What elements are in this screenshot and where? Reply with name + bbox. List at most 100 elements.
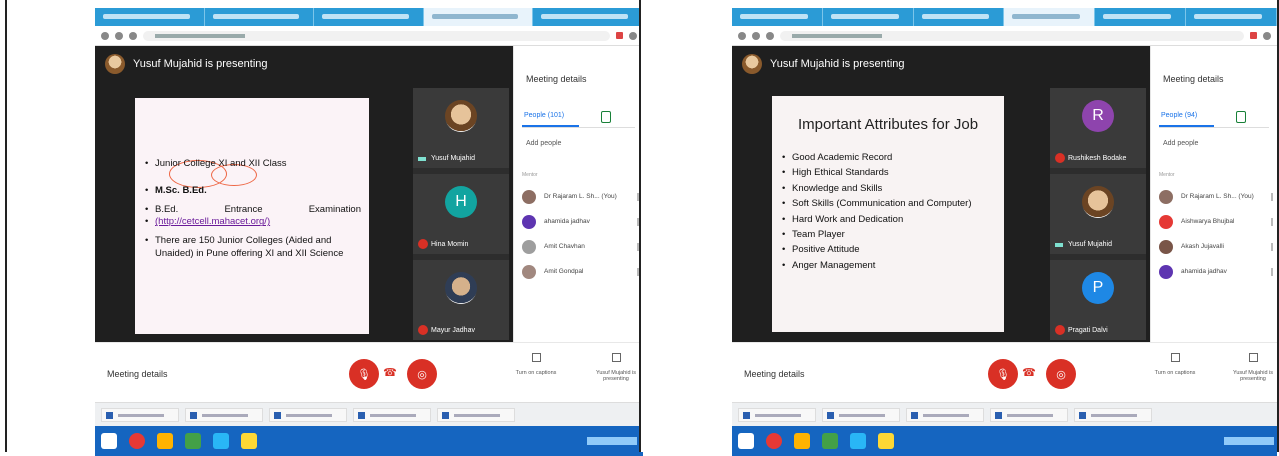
chrome-icon[interactable] <box>129 433 145 449</box>
participant-tile[interactable]: Mayur Jadhav <box>413 260 509 340</box>
tab-people[interactable]: People (94) <box>1159 106 1214 127</box>
meeting-details-button[interactable]: Meeting details <box>107 369 168 379</box>
profile-icon[interactable] <box>1263 31 1271 40</box>
add-people-button[interactable]: Add people <box>526 140 561 147</box>
folder-icon[interactable] <box>794 433 810 449</box>
extension-icon[interactable] <box>616 32 623 39</box>
download-item[interactable] <box>185 407 263 422</box>
section-label: Mentor <box>522 172 538 178</box>
url-field[interactable] <box>780 30 1244 41</box>
presenting-button[interactable]: Yusuf Mujahid is presenting <box>1228 353 1277 382</box>
leave-call-icon[interactable]: ☎ <box>383 368 397 379</box>
participant-tile[interactable]: Yusuf Mujahid <box>413 88 509 168</box>
participant-tile[interactable]: R Rushikesh Bodake <box>1050 88 1146 168</box>
participant-initial: R <box>1082 100 1114 132</box>
tab-chat[interactable] <box>1214 106 1269 127</box>
browser-tab[interactable] <box>314 8 424 26</box>
browser-tab-active[interactable] <box>1004 8 1096 26</box>
browser-tab[interactable] <box>205 8 315 26</box>
folder-icon[interactable] <box>157 433 173 449</box>
slide-bullet: Knowledge and Skills <box>782 183 996 195</box>
slide-link-line: (http://cetcell.mahacet.org/) <box>145 216 361 229</box>
tab-chat[interactable] <box>579 106 636 127</box>
app-icon[interactable] <box>185 433 201 449</box>
list-item[interactable]: Amit Gondpal <box>522 259 639 284</box>
panel-tabs: People (101) <box>522 106 635 128</box>
people-list: Mentor Dr Rajaram L. Sh... (You) Aishwar… <box>1159 172 1273 284</box>
start-icon[interactable] <box>101 433 117 449</box>
presenting-button[interactable]: Yusuf Mujahid is presenting <box>591 353 641 382</box>
system-tray <box>587 437 637 445</box>
captions-button[interactable]: Turn on captions <box>511 353 561 376</box>
list-item[interactable]: Dr Rajaram L. Sh... (You) <box>522 184 639 209</box>
back-icon[interactable] <box>738 31 746 40</box>
download-item[interactable] <box>437 407 515 422</box>
browser-tabs <box>95 8 643 26</box>
presenting-icon <box>418 157 426 161</box>
participant-tile[interactable]: H Hina Momin <box>413 174 509 254</box>
tab-people[interactable]: People (101) <box>522 106 579 127</box>
forward-icon[interactable] <box>115 31 123 40</box>
browser-tab[interactable] <box>732 8 823 26</box>
more-icon[interactable] <box>1271 267 1273 276</box>
more-icon[interactable] <box>1271 192 1273 201</box>
participant-tile[interactable]: P Pragati Dalvi <box>1050 260 1146 340</box>
more-icon[interactable] <box>1271 217 1273 226</box>
slide-bullet: Junior College XI and XII Class <box>145 158 361 171</box>
start-icon[interactable] <box>738 433 754 449</box>
list-item[interactable]: Aishwarya Bhujbal <box>1159 209 1273 234</box>
slide-link[interactable]: (http://cetcell.mahacet.org/) <box>155 216 270 227</box>
download-item[interactable] <box>738 407 816 422</box>
download-item[interactable] <box>269 407 347 422</box>
app-icon[interactable] <box>241 433 257 449</box>
profile-icon[interactable] <box>629 31 637 40</box>
captions-button[interactable]: Turn on captions <box>1150 353 1200 376</box>
browser-tab[interactable] <box>1095 8 1187 26</box>
browser-tab[interactable] <box>823 8 914 26</box>
download-item[interactable] <box>101 407 179 422</box>
right-screenshot: Yusuf Mujahid is presenting Important At… <box>639 0 1279 456</box>
browser-tab-active[interactable] <box>423 8 534 26</box>
url-field[interactable] <box>143 30 610 41</box>
app-icon[interactable] <box>213 433 229 449</box>
mic-off-button[interactable]: 🎙 <box>988 359 1018 389</box>
avatar <box>1159 264 1173 279</box>
camera-off-button[interactable]: ◎ <box>407 359 437 389</box>
app-icon[interactable] <box>850 433 866 449</box>
extension-icon[interactable] <box>1250 32 1257 39</box>
reload-icon[interactable] <box>766 31 774 40</box>
more-icon[interactable] <box>1271 242 1273 251</box>
app-icon[interactable] <box>822 433 838 449</box>
meeting-details-button[interactable]: Meeting details <box>744 369 805 379</box>
list-item[interactable]: ahamida jadhav <box>1159 259 1273 284</box>
reload-icon[interactable] <box>129 31 137 40</box>
browser-tab[interactable] <box>95 8 205 26</box>
list-item[interactable]: ahamida jadhav <box>522 209 639 234</box>
mic-off-button[interactable]: 🎙 <box>349 359 379 389</box>
browser-tab[interactable] <box>1186 8 1277 26</box>
list-item[interactable]: Akash Jujavalli <box>1159 234 1273 259</box>
presenter-banner: Yusuf Mujahid is presenting <box>105 54 268 74</box>
participant-name: Pragati Dalvi <box>1068 327 1108 334</box>
forward-icon[interactable] <box>752 31 760 40</box>
app-icon[interactable] <box>878 433 894 449</box>
back-icon[interactable] <box>101 31 109 40</box>
participant-name: Rushikesh Bodake <box>1068 155 1127 162</box>
slide-bullet: Positive Attitude <box>782 244 996 256</box>
chrome-icon[interactable] <box>766 433 782 449</box>
browser-tab[interactable] <box>914 8 1005 26</box>
camera-off-button[interactable]: ◎ <box>1046 359 1076 389</box>
download-item[interactable] <box>353 407 431 422</box>
leave-call-icon[interactable]: ☎ <box>1022 368 1036 379</box>
slide-bullet: High Ethical Standards <box>782 167 996 179</box>
mic-off-icon <box>1055 325 1065 335</box>
browser-tab[interactable] <box>533 8 643 26</box>
list-item[interactable]: Amit Chavhan <box>522 234 639 259</box>
download-item[interactable] <box>990 407 1068 422</box>
download-item[interactable] <box>906 407 984 422</box>
list-item[interactable]: Dr Rajaram L. Sh... (You) <box>1159 184 1273 209</box>
download-item[interactable] <box>822 407 900 422</box>
participant-tile[interactable]: Yusuf Mujahid <box>1050 174 1146 254</box>
download-item[interactable] <box>1074 407 1152 422</box>
add-people-button[interactable]: Add people <box>1163 140 1198 147</box>
